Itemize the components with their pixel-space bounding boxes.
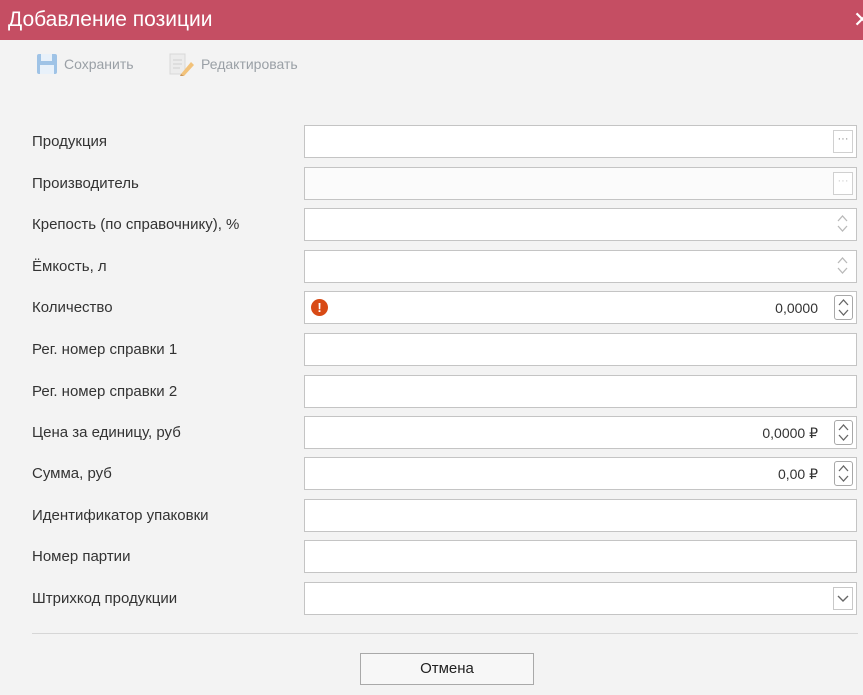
browse-button: ··· xyxy=(833,172,853,195)
form-row-capacity: Ёмкость, л xyxy=(0,250,863,284)
edit-document-icon xyxy=(169,53,194,76)
field-label: Продукция xyxy=(32,133,108,150)
error-icon: ! xyxy=(311,299,328,316)
form-row-quantity: Количество! 0,0000 xyxy=(0,291,863,325)
form-row-package-id: Идентификатор упаковки xyxy=(0,499,863,533)
close-icon[interactable]: ✕ xyxy=(853,8,863,32)
field-label: Цена за единицу, руб xyxy=(32,424,181,441)
field-label: Крепость (по справочнику), % xyxy=(32,216,240,233)
divider xyxy=(32,633,858,634)
field-label: Рег. номер справки 1 xyxy=(32,341,178,358)
strength-field[interactable] xyxy=(304,208,857,241)
edit-button[interactable]: Редактировать xyxy=(169,52,298,76)
spinner-arrows-icon[interactable] xyxy=(834,212,853,237)
cancel-button[interactable]: Отмена xyxy=(360,653,534,685)
field-value: 0,0000 ₽ xyxy=(762,425,818,441)
manufacturer-field[interactable]: ··· xyxy=(304,167,857,200)
edit-button-label: Редактировать xyxy=(201,56,298,72)
floppy-disk-icon xyxy=(37,54,57,74)
form-row-product: Продукция ··· xyxy=(0,125,863,159)
field-label: Штрихкод продукции xyxy=(32,590,178,607)
dialog-title: Добавление позиции xyxy=(8,8,213,31)
form-row-strength: Крепость (по справочнику), % xyxy=(0,208,863,242)
barcode-field[interactable] xyxy=(304,582,857,615)
save-button-label: Сохранить xyxy=(64,56,134,72)
spinner-arrows-icon[interactable] xyxy=(834,461,853,486)
form-row-sum: Сумма, руб 0,00 ₽ xyxy=(0,457,863,491)
field-label: Сумма, руб xyxy=(32,465,112,482)
spinner-arrows-icon[interactable] xyxy=(834,254,853,279)
field-value: 0,0000 xyxy=(775,300,818,316)
toolbar: Сохранить Редактировать xyxy=(0,40,863,88)
field-value: 0,00 ₽ xyxy=(777,466,818,482)
sum-field[interactable]: 0,00 ₽ xyxy=(304,457,857,490)
field-label: Количество xyxy=(32,299,113,316)
form-row-reg-number-1: Рег. номер справки 1 xyxy=(0,333,863,367)
reg-number-2-field[interactable] xyxy=(304,375,857,408)
form-row-manufacturer: Производитель ··· xyxy=(0,167,863,201)
quantity-field[interactable]: ! 0,0000 xyxy=(304,291,857,324)
field-label: Номер партии xyxy=(32,548,131,565)
form-row-unit-price: Цена за единицу, руб 0,0000 ₽ xyxy=(0,416,863,450)
field-label: Ёмкость, л xyxy=(32,258,107,275)
batch-number-field[interactable] xyxy=(304,540,857,573)
form-row-reg-number-2: Рег. номер справки 2 xyxy=(0,375,863,409)
form-row-batch-number: Номер партии xyxy=(0,540,863,574)
field-label: Производитель xyxy=(32,175,139,192)
unit-price-field[interactable]: 0,0000 ₽ xyxy=(304,416,857,449)
field-label: Рег. номер справки 2 xyxy=(32,383,178,400)
capacity-field[interactable] xyxy=(304,250,857,283)
spinner-arrows-icon[interactable] xyxy=(834,420,853,445)
spinner-arrows-icon[interactable] xyxy=(834,295,853,320)
form-row-barcode: Штрихкод продукции xyxy=(0,582,863,616)
reg-number-1-field[interactable] xyxy=(304,333,857,366)
browse-button[interactable]: ··· xyxy=(833,130,853,153)
save-button[interactable]: Сохранить xyxy=(36,52,134,76)
dialog-titlebar: Добавление позиции ✕ xyxy=(0,0,863,40)
package-id-field[interactable] xyxy=(304,499,857,532)
field-label: Идентификатор упаковки xyxy=(32,507,209,524)
product-field[interactable]: ··· xyxy=(304,125,857,158)
chevron-down-icon[interactable] xyxy=(833,587,853,610)
